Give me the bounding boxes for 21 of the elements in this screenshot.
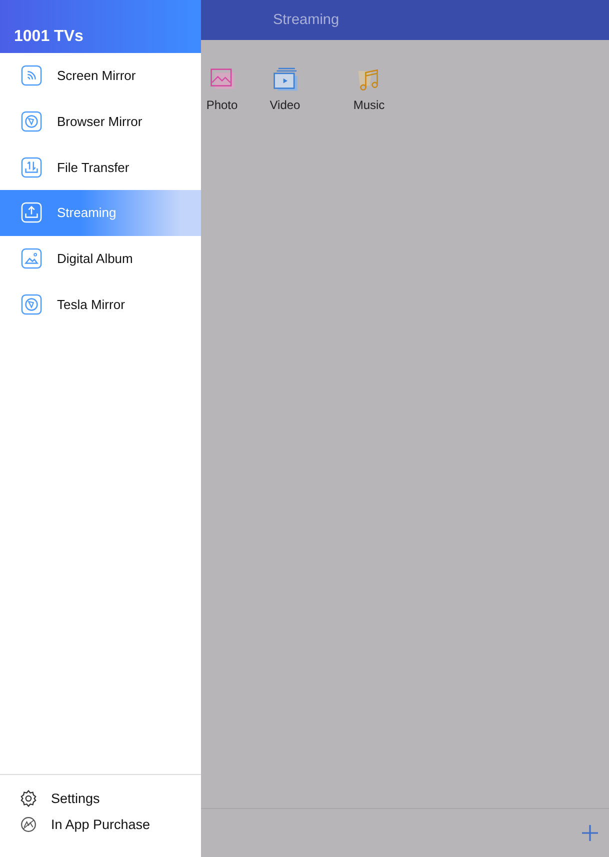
- transfer-icon: [21, 156, 42, 178]
- upload-icon: [21, 202, 42, 224]
- badge-icon: [19, 815, 38, 834]
- settings-icon: [19, 789, 38, 808]
- category-label[interactable]: Music: [353, 98, 385, 112]
- cast-icon: [21, 65, 42, 86]
- drawer-title: 1001 TVs: [14, 28, 84, 46]
- category-label[interactable]: Photo: [206, 98, 238, 112]
- compass-icon: [21, 111, 42, 132]
- screen-title: Streaming: [272, 12, 340, 28]
- category-label[interactable]: Video: [270, 98, 300, 112]
- menu-item[interactable]: Settings: [0, 788, 201, 809]
- add-icon[interactable]: [581, 824, 599, 842]
- menu-item[interactable]: In App Purchase: [0, 814, 201, 835]
- menu-item[interactable]: Browser Mirror: [0, 98, 201, 144]
- menu-item[interactable]: Screen Mirror: [0, 53, 201, 99]
- image-icon: [21, 248, 42, 270]
- menu-item[interactable]: Digital Album: [0, 236, 201, 282]
- menu-item[interactable]: Tesla Mirror: [0, 281, 201, 328]
- compass-icon: [21, 294, 42, 315]
- menu-item[interactable]: File Transfer: [0, 144, 201, 190]
